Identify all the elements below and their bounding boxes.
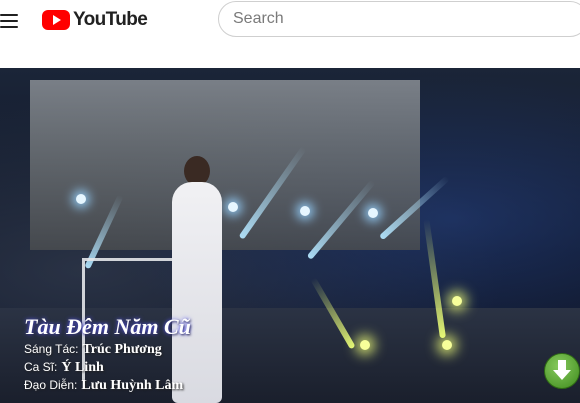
credit-singer: Ca Sĩ: Ý Linh [24,358,104,376]
credit-value: Lưu Huỳnh Lâm [81,378,184,393]
song-title-overlay: Tàu Đêm Năm Cũ [24,314,191,339]
download-arrow-icon[interactable] [544,353,580,389]
singer-dress [172,182,222,403]
stage-light [76,194,86,204]
stage-light [442,340,452,350]
stage-light [360,340,370,350]
search-input[interactable] [218,1,580,37]
youtube-logo[interactable]: YouTube [42,9,148,31]
credit-label: Ca Sĩ: [24,360,58,374]
stage-light [452,296,462,306]
top-bar: YouTube [0,0,580,58]
credit-composer: Sáng Tác: Trúc Phương [24,340,162,358]
credit-value: Ý Linh [61,360,104,375]
credit-label: Sáng Tác: [24,342,79,356]
credit-director: Đạo Diễn: Lưu Huỳnh Lâm [24,376,183,394]
video-player[interactable]: Tàu Đêm Năm Cũ Sáng Tác: Trúc Phương Ca S… [0,68,580,403]
stage-light [368,208,378,218]
logo-text: YouTube [73,9,148,30]
credit-label: Đạo Diễn: [24,378,78,392]
stage-light [300,206,310,216]
credit-value: Trúc Phương [82,342,162,357]
hamburger-menu-icon[interactable] [0,12,22,30]
youtube-play-icon [42,10,70,30]
singer-figure [170,156,230,403]
